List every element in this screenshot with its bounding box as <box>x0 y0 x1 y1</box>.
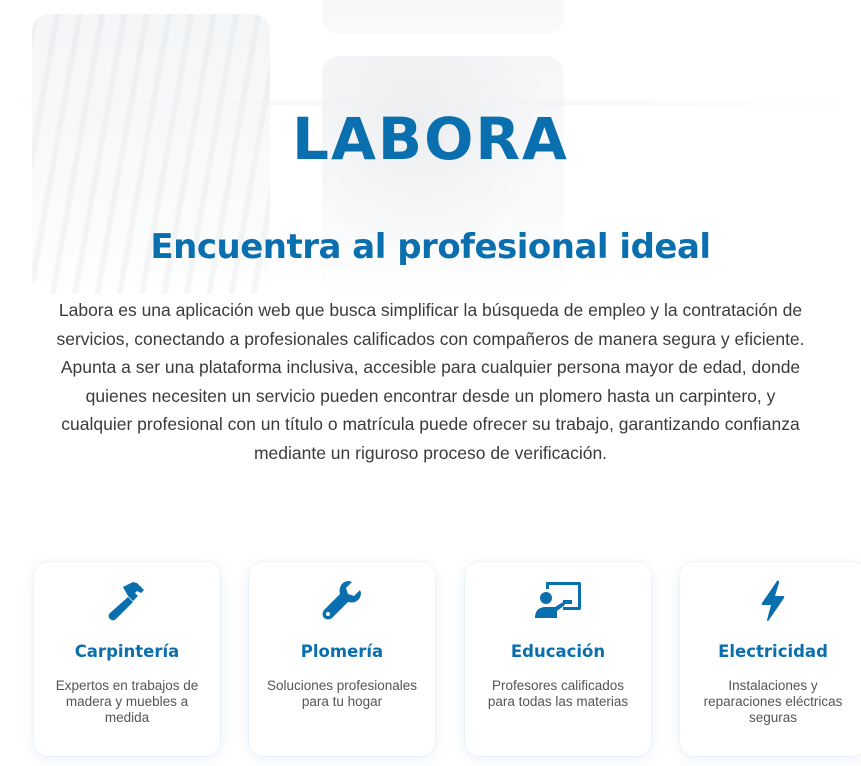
hero-description: Labora es una aplicación web que busca s… <box>56 300 805 463</box>
card-title: Electricidad <box>718 642 828 661</box>
card-description: Expertos en trabajos de madera y muebles… <box>55 678 199 725</box>
landing-page: LABORA Encuentra al profesional ideal La… <box>0 0 861 766</box>
brand-title: LABORA <box>292 105 569 173</box>
category-card-educacion[interactable]: Educación Profesores calificados para to… <box>465 562 651 756</box>
hammer-icon <box>34 578 220 624</box>
card-description: Profesores calificados para todas las ma… <box>487 678 629 709</box>
teacher-board-icon <box>465 578 651 624</box>
card-title: Educación <box>510 642 606 661</box>
background-photo-top <box>322 0 564 34</box>
card-description: Instalaciones y reparaciones eléctricas … <box>703 678 843 725</box>
category-card-carpinteria[interactable]: Carpintería Expertos en trabajos de made… <box>34 562 220 756</box>
category-card-plomeria[interactable]: Plomería Soluciones profesionales para t… <box>249 562 435 756</box>
hero-headline: Encuentra al profesional ideal <box>150 227 711 267</box>
category-cards: Carpintería Expertos en trabajos de made… <box>34 562 861 762</box>
lightning-bolt-icon <box>680 578 861 624</box>
card-title: Plomería <box>300 642 384 661</box>
category-card-electricidad[interactable]: Electricidad Instalaciones y reparacione… <box>680 562 861 756</box>
card-title: Carpintería <box>74 642 180 661</box>
card-description: Soluciones profesionales para tu hogar <box>266 678 418 709</box>
wrench-icon <box>249 578 435 624</box>
